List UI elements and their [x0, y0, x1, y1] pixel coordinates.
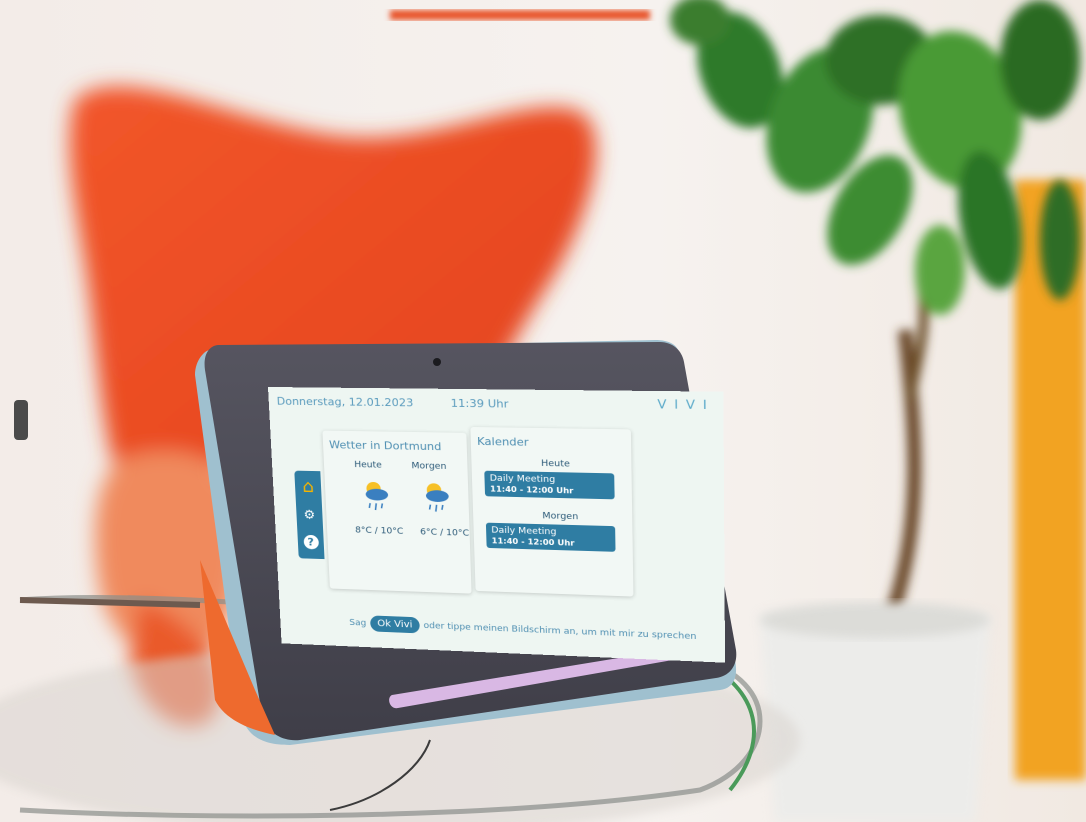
calendar-tomorrow-label: Morgen	[542, 511, 578, 522]
calendar-event[interactable]: Daily Meeting 11:40 - 12:00 Uhr	[486, 523, 616, 552]
top-edge-strip	[390, 10, 650, 20]
rain-cloud-sun-icon	[420, 481, 452, 515]
side-nav: ⌂ ⚙ ?	[294, 471, 324, 559]
weather-title: Wetter in Dortmund	[329, 438, 442, 453]
event-title: Daily Meeting	[490, 474, 556, 485]
event-time: 11:40 - 12:00 Uhr	[492, 536, 575, 547]
wall-knob	[14, 400, 28, 440]
date-label: Donnerstag, 12.01.2023	[276, 395, 413, 409]
hint-suffix: oder tippe meinen Bildschirm an, um mit …	[423, 621, 696, 642]
hint-prefix: Sag	[349, 618, 366, 628]
pot-rim	[760, 602, 990, 638]
calendar-today-label: Heute	[541, 459, 570, 470]
calendar-title: Kalender	[477, 435, 529, 449]
weather-tomorrow-temp: 6°C / 10°C	[420, 528, 469, 539]
photo-scene: Donnerstag, 12.01.2023 11:39 Uhr VIVI ⌂ …	[0, 0, 1086, 822]
wake-word-bubble[interactable]: Ok Vivi	[370, 615, 420, 633]
plant-pot	[760, 615, 990, 822]
event-time: 11:40 - 12:00 Uhr	[490, 485, 574, 496]
rain-cloud-sun-icon	[360, 480, 392, 514]
calendar-event[interactable]: Daily Meeting 11:40 - 12:00 Uhr	[484, 471, 614, 500]
event-title: Daily Meeting	[491, 526, 556, 538]
calendar-card[interactable]: Kalender Heute Daily Meeting 11:40 - 12:…	[470, 427, 633, 597]
help-icon[interactable]: ?	[300, 532, 321, 552]
status-bar: Donnerstag, 12.01.2023 11:39 Uhr VIVI	[268, 387, 724, 418]
brand-logo: VIVI	[657, 397, 714, 412]
time-label: 11:39 Uhr	[450, 397, 508, 411]
weather-today-temp: 8°C / 10°C	[355, 526, 404, 537]
voice-hint: Sag Ok Vivi oder tippe meinen Bildschirm…	[349, 615, 697, 645]
camera-icon	[433, 358, 441, 366]
weather-card[interactable]: Wetter in Dortmund Heute Morgen 8°C / 10…	[322, 431, 471, 594]
weather-today-label: Heute	[354, 460, 382, 470]
device-screen[interactable]: Donnerstag, 12.01.2023 11:39 Uhr VIVI ⌂ …	[268, 387, 725, 663]
home-icon[interactable]: ⌂	[298, 476, 319, 496]
settings-icon[interactable]: ⚙	[299, 505, 320, 525]
weather-tomorrow-label: Morgen	[411, 461, 446, 471]
